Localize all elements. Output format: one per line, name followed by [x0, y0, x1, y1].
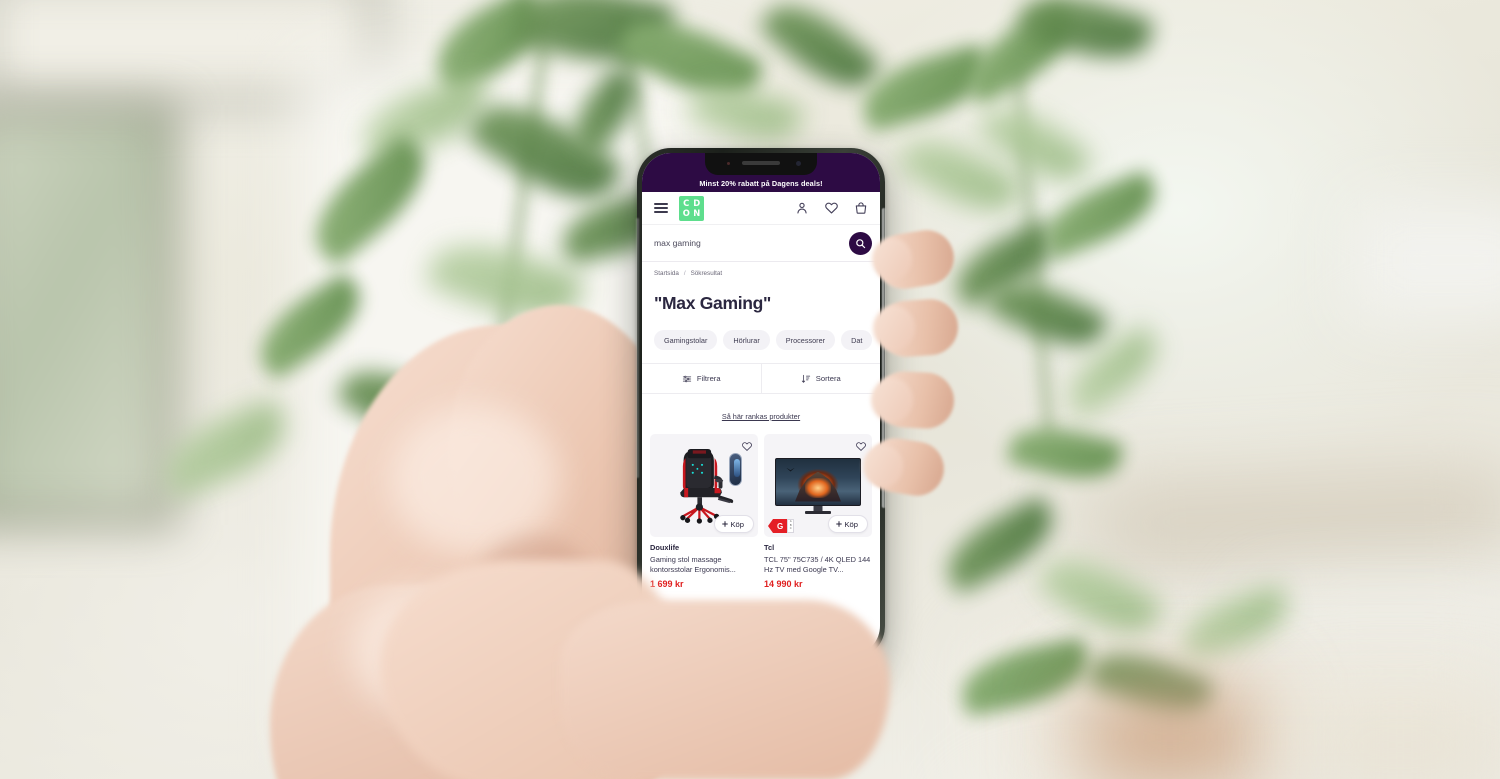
buy-button[interactable]: Köp [827, 515, 868, 533]
category-pill-datorer[interactable]: Dat [841, 330, 873, 350]
product-brand: Douxlife [650, 543, 680, 552]
logo-letter-d: D [693, 197, 701, 208]
buy-label: Köp [844, 519, 858, 529]
breadcrumb-item-home[interactable]: Startsida [654, 270, 679, 277]
product-grid: Köp Douxlife Gaming stol massage kontors… [642, 434, 880, 590]
notch [705, 153, 817, 175]
plus-icon [836, 521, 842, 527]
earpiece-speaker [742, 161, 780, 165]
page-title: "Max Gaming" [654, 293, 772, 313]
logo-letter-o: O [682, 208, 690, 219]
plus-icon [722, 521, 728, 527]
ranking-info-link[interactable]: Så här rankas produkter [642, 394, 880, 434]
header-icon-group [795, 201, 868, 215]
energy-scale-c: C [789, 527, 792, 531]
product-price: 14 990 kr [764, 579, 803, 590]
massage-remote [729, 452, 742, 486]
filter-label: Filtrera [696, 374, 721, 383]
filter-sort-bar: Filtrera Sortera [642, 363, 880, 394]
energy-grade: G [768, 519, 788, 533]
cart-basket-icon[interactable] [854, 201, 868, 215]
floor-object [1300, 700, 1500, 779]
buy-label: Köp [730, 519, 744, 529]
category-pill-gamingstolar[interactable]: Gamingstolar [654, 330, 718, 350]
breadcrumb-item-results[interactable]: Sökresultat [691, 270, 723, 277]
sort-arrow-icon [801, 374, 810, 383]
logo-letter-c: C [683, 197, 690, 208]
account-icon[interactable] [795, 201, 809, 215]
plant-pot [1080, 690, 1260, 779]
lower-palm [560, 600, 890, 779]
middle-finger [873, 297, 960, 359]
index-finger [872, 226, 958, 293]
search-icon [856, 238, 866, 248]
breadcrumb-separator: / [683, 269, 686, 277]
energy-scale: A B C [787, 519, 795, 533]
buy-button[interactable]: Köp [713, 515, 754, 533]
tv-screen [775, 457, 861, 506]
product-image-tv[interactable]: G A B C Köp [764, 434, 872, 537]
category-pill-processorer[interactable]: Processorer [775, 330, 836, 350]
phone-screen: Minst 20% rabatt på Dagens deals! C D O … [642, 153, 880, 655]
smartphone: Minst 20% rabatt på Dagens deals! C D O … [637, 148, 885, 660]
product-brand: Tcl [764, 543, 775, 552]
favorite-heart-icon[interactable] [741, 439, 753, 457]
breadcrumb: Startsida / Sökresultat [642, 262, 880, 284]
sensor-dot [727, 162, 730, 165]
search-button[interactable] [849, 231, 872, 255]
tv-screen-bird [786, 467, 795, 472]
energy-label-badge[interactable]: G A B C [768, 519, 795, 533]
product-card[interactable]: G A B C Köp Tcl TCL 75" 75C735 / 4K QLED… [764, 434, 872, 589]
product-price: 1 699 kr [650, 579, 684, 590]
logo-letter-n: N [693, 208, 701, 219]
filter-sliders-icon [682, 375, 692, 382]
front-camera [796, 161, 801, 166]
product-image-chair[interactable]: Köp [650, 434, 758, 537]
furniture-blur [1350, 200, 1500, 320]
sort-button[interactable]: Sortera [760, 364, 881, 393]
little-finger [863, 434, 948, 500]
category-pill-row[interactable]: Gamingstolar Hörlurar Processorer Dat [642, 317, 880, 363]
qled-tv-illustration [775, 457, 861, 514]
search-input[interactable]: max gaming [654, 238, 701, 248]
cdon-logo[interactable]: C D O N [679, 195, 704, 221]
palm-highlight [390, 405, 560, 555]
sort-label: Sortera [815, 374, 841, 383]
ring-finger [871, 369, 956, 431]
app-header: C D O N [642, 192, 880, 225]
wishlist-heart-icon[interactable] [824, 201, 839, 215]
hamburger-menu-icon[interactable] [654, 203, 668, 213]
search-bar[interactable]: max gaming [642, 225, 880, 262]
product-card[interactable]: Köp Douxlife Gaming stol massage kontors… [650, 434, 758, 589]
filter-button[interactable]: Filtrera [642, 364, 761, 393]
product-name: TCL 75" 75C735 / 4K QLED 144 Hz TV med G… [764, 555, 871, 575]
product-name: Gaming stol massage kontorsstolar Ergono… [650, 555, 736, 575]
category-pill-horlurar[interactable]: Hörlurar [723, 330, 770, 350]
picture-frame-left [0, 105, 175, 525]
promo-text: Minst 20% rabatt på Dagens deals! [699, 179, 823, 188]
tv-stand [805, 510, 831, 514]
tv-screen-glow [805, 477, 831, 498]
